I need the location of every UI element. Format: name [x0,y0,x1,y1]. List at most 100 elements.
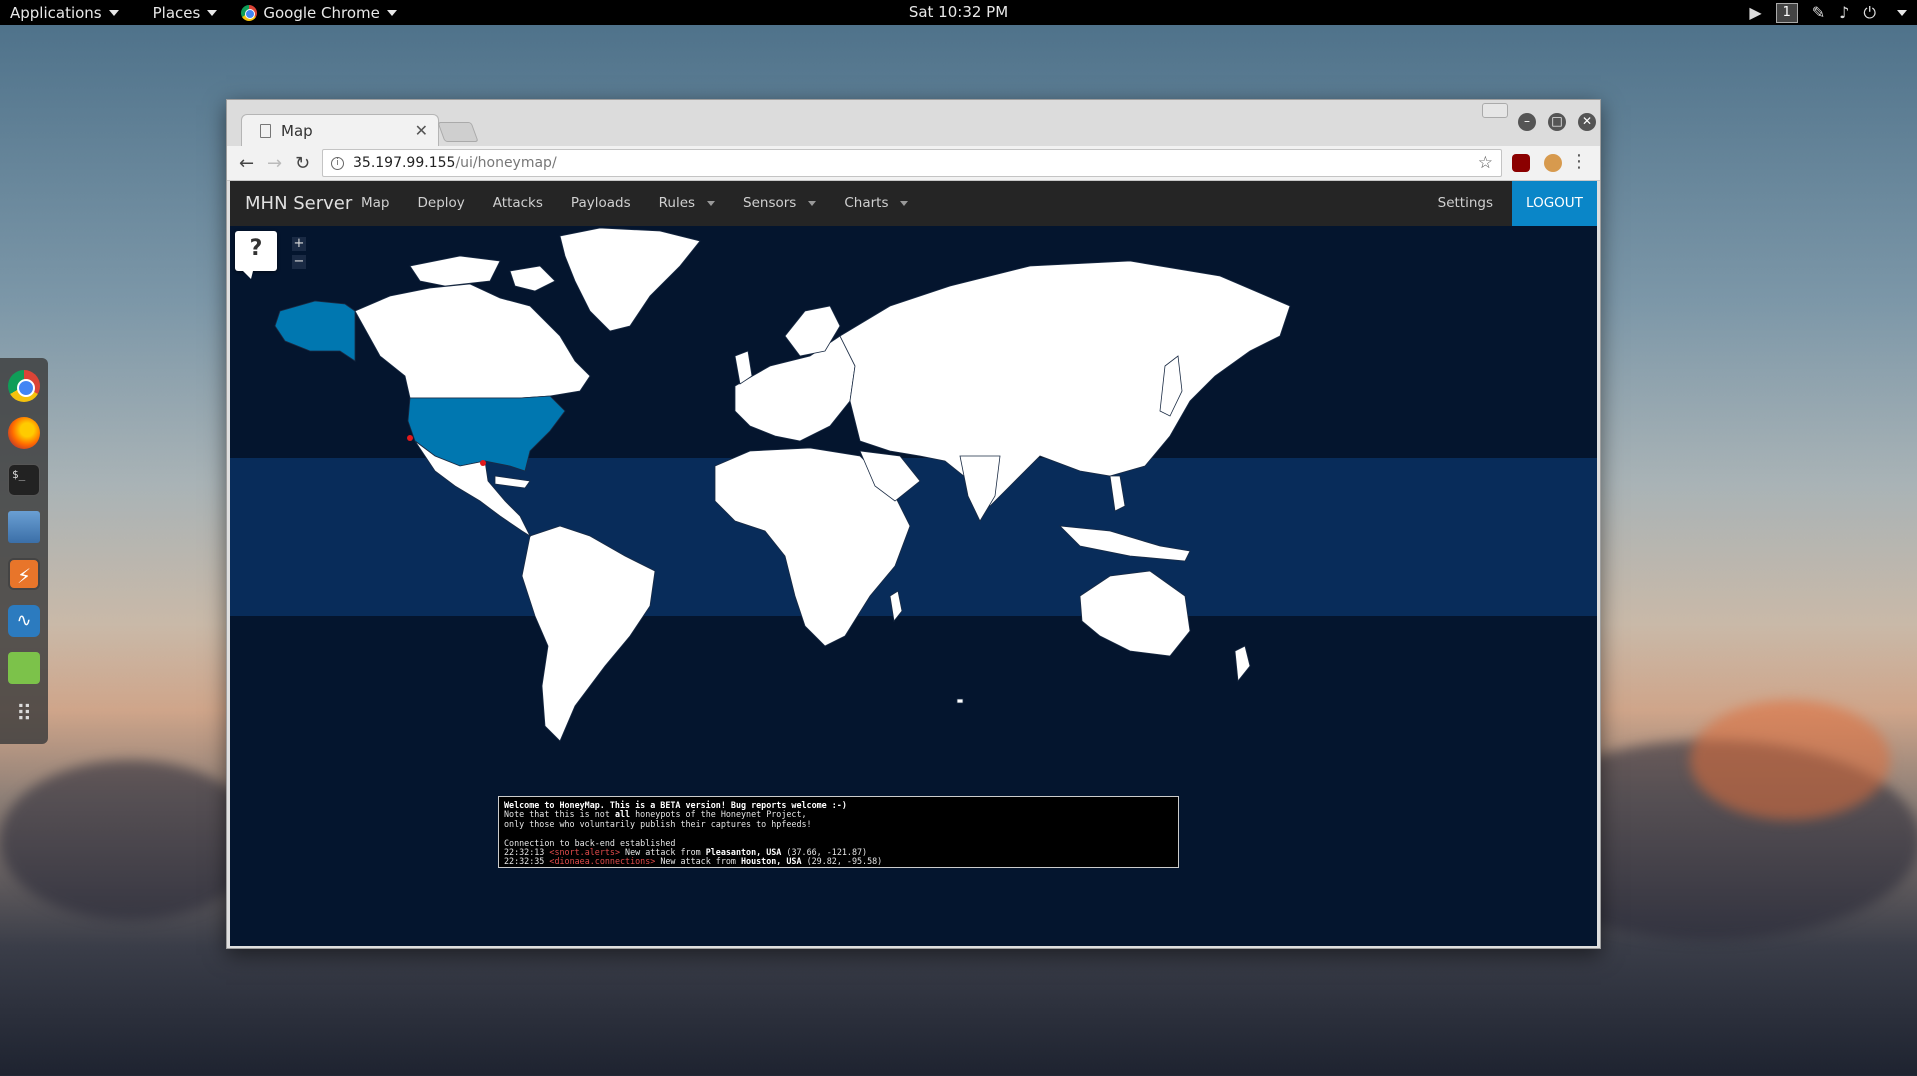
madagascar [889,590,903,622]
philippines [1109,475,1126,512]
places-menu[interactable]: Places [143,0,228,25]
chevron-down-icon [108,9,119,16]
brand-link[interactable]: MHN Server [245,181,352,226]
dock: $_ ⚡ ∿ ⠿ [0,358,48,744]
page-content: MHN Server Map Deploy Attacks Payloads Rules… [230,181,1597,946]
logout-button[interactable]: LOGOUT [1512,181,1597,226]
url-path: /ui/honeymap/ [455,155,557,171]
chrome-icon [241,4,258,21]
system-tray: ▶ 1 ✎ ♪ ⏻ [1749,0,1907,25]
app-menu[interactable]: Google Chrome [231,0,407,25]
event-channel: <dionaea.connections> [549,856,656,867]
network-icon[interactable]: ✎ [1812,3,1825,22]
maximize-icon[interactable]: □ [1548,113,1566,131]
bookmark-star-icon[interactable]: ☆ [1478,153,1493,173]
console-note-post: honeypots of the Honeynet Project, [630,809,807,820]
attack-marker-houston [480,460,486,466]
event-msg: New attack from [655,856,742,867]
tab-strip: Map ✕ – □ ✕ [227,100,1600,146]
applications-menu[interactable]: Applications [0,0,129,25]
address-bar[interactable]: i 35.197.99.155/ui/honeymap/ ☆ [322,149,1502,177]
arctic-island [409,255,501,287]
wallpaper-cloud [1690,700,1890,820]
antarctic-isle [956,698,964,704]
cookie-extension-icon[interactable] [1544,154,1562,172]
profile-icon[interactable] [1482,103,1508,118]
alaska [274,300,356,362]
power-icon[interactable]: ⏻ [1863,3,1876,23]
files-icon[interactable] [8,511,40,543]
workspace-indicator[interactable]: 1 [1775,2,1798,23]
attack-marker-pleasanton [407,435,413,441]
back-icon[interactable]: ← [239,153,254,174]
zoom-in-button[interactable]: + [292,237,306,251]
indonesia [1058,525,1191,562]
nav-item-label: Map [361,195,390,211]
new-tab-button[interactable] [437,122,479,142]
nav-item-charts[interactable]: Charts [830,181,922,226]
settings-link[interactable]: Settings [1438,181,1493,226]
chevron-down-icon [900,201,909,206]
honeymap-log-console[interactable]: Welcome to HoneyMap. This is a BETA vers… [498,796,1179,868]
chevron-down-icon [707,201,716,206]
page-icon [260,123,271,138]
console-note-bold: all [614,809,631,820]
info-icon[interactable]: i [331,156,344,170]
places-label: Places [152,3,201,22]
burpsuite-icon[interactable]: ⚡ [8,558,40,590]
nav-item-sensors[interactable]: Sensors [729,181,830,226]
help-button[interactable]: ? [235,231,277,279]
minimize-icon[interactable]: – [1518,113,1536,131]
notes-icon[interactable] [8,652,40,684]
url-host: 35.197.99.155 [353,155,456,171]
chrome-icon[interactable] [8,370,40,402]
clock[interactable]: Sat 10:32 PM [909,0,1008,25]
terminal-icon[interactable]: $_ [8,464,40,496]
console-event: 22:32:35 <dionaea.connections> New attac… [504,857,1173,866]
nav-item-label: Sensors [743,195,797,211]
nav-item-label: Deploy [417,195,465,211]
volume-icon[interactable]: ♪ [1839,3,1849,22]
ublock-icon[interactable] [1512,154,1530,172]
chevron-down-icon [207,9,218,16]
nav-item-rules[interactable]: Rules [645,181,729,226]
chrome-window: Map ✕ – □ ✕ ← → ↻ i 35.197.99.155/ui/hon… [226,99,1601,949]
firefox-icon[interactable] [8,417,40,449]
greenland [559,227,701,332]
zoom-out-button[interactable]: − [292,255,306,269]
event-coords: (29.82, -95.58) [801,856,883,867]
console-note2: only those who voluntarily publish their… [504,818,812,829]
india [959,455,1001,522]
close-icon[interactable]: ✕ [415,121,428,140]
cuba [494,475,531,489]
app-navbar: MHN Server Map Deploy Attacks Payloads Rules… [230,181,1597,226]
nav-item-map[interactable]: Map [347,181,404,226]
nav-item-payloads[interactable]: Payloads [557,181,645,226]
nav-item-label: Charts [844,195,889,211]
arctic-island [509,265,556,292]
nav-item-deploy[interactable]: Deploy [404,181,479,226]
wallpaper-cloud [0,760,260,920]
tab-map[interactable]: Map ✕ [241,114,439,146]
nav-item-label: Rules [658,195,696,211]
new-zealand [1234,645,1251,683]
console-note-pre: Note that this is not [504,809,615,820]
nav-menu: Map Deploy Attacks Payloads Rules Sensors Char… [347,181,922,226]
nav-item-attacks[interactable]: Attacks [479,181,557,226]
reload-icon[interactable]: ↻ [295,153,310,174]
nav-item-label: Attacks [492,195,543,211]
europe [734,335,856,442]
forward-icon[interactable]: → [267,153,282,174]
active-app-label: Google Chrome [263,3,380,22]
event-time: 22:32:35 [504,856,545,867]
video-camera-icon[interactable]: ▶ [1749,3,1761,22]
kebab-menu-icon[interactable]: ⋮ [1570,151,1588,172]
event-place: Houston, USA [741,856,802,867]
close-window-icon[interactable]: ✕ [1578,113,1596,131]
south-america [521,525,656,742]
gnome-top-bar: Applications Places Google Chrome Sat 10… [0,0,1917,25]
australia [1079,570,1191,657]
wireshark-icon[interactable]: ∿ [8,605,40,637]
chevron-down-icon[interactable] [1897,9,1907,16]
app-grid-icon[interactable]: ⠿ [8,699,40,731]
